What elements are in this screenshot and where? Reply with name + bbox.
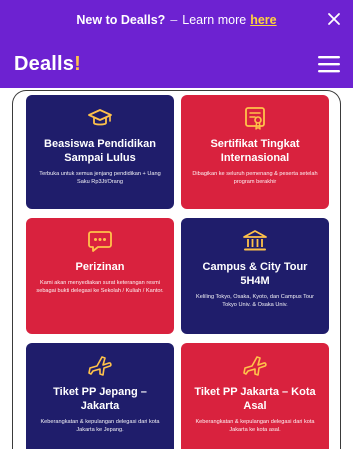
card-description: Keberangkatan & kepulangan delegasi dari… [195, 419, 315, 434]
brand-mark: ! [74, 52, 82, 75]
card-title: Campus & City Tour 5H4M [202, 261, 308, 287]
promo-separator: – [170, 13, 178, 27]
card-description: Kami akan menyediakan surat keterangan r… [36, 280, 164, 295]
promo-heading: New to Dealls? [76, 13, 166, 27]
hamburger-menu-icon[interactable] [317, 53, 341, 75]
benefit-card-certificate[interactable]: Sertifikat Tingkat Internasional Dibagik… [181, 95, 329, 209]
university-building-icon [243, 230, 267, 251]
card-description: Dibagikan ke seluruh pemenang & peserta … [192, 171, 318, 186]
promo-link[interactable]: here [250, 13, 276, 27]
benefit-card-campus-tour[interactable]: Campus & City Tour 5H4M Keliling Tokyo, … [181, 218, 329, 334]
benefits-panel: Beasiswa Pendidikan Sampai Lulus Terbuka… [12, 90, 341, 449]
card-title: Beasiswa Pendidikan Sampai Lulus [44, 138, 156, 164]
graduation-cap-icon [88, 109, 112, 126]
app-header: Dealls! [0, 40, 353, 88]
certificate-icon [245, 107, 265, 130]
card-title: Tiket PP Jepang – Jakarta [53, 386, 147, 412]
chat-bubble-icon [88, 231, 112, 252]
benefit-card-permission[interactable]: Perizinan Kami akan menyediakan surat ke… [26, 218, 174, 334]
promo-banner: New to Dealls? – Learn more here [0, 0, 353, 40]
benefit-card-flight-japan[interactable]: Tiket PP Jepang – Jakarta Keberangkatan … [26, 343, 174, 449]
promo-text: Learn more [182, 13, 247, 27]
card-title: Perizinan [75, 261, 125, 273]
card-description: Keberangkatan & kepulangan delegasi dari… [40, 419, 160, 434]
card-description: Keliling Tokyo, Osaka, Kyoto, dan Campus… [196, 294, 314, 309]
card-title: Tiket PP Jakarta – Kota Asal [194, 386, 316, 412]
card-title: Sertifikat Tingkat Internasional [210, 138, 300, 164]
benefit-card-scholarship[interactable]: Beasiswa Pendidikan Sampai Lulus Terbuka… [26, 95, 174, 209]
brand-name: Dealls [14, 52, 75, 75]
brand-logo[interactable]: Dealls! [14, 53, 81, 76]
card-description: Terbuka untuk semua jenjang pendidikan +… [39, 171, 161, 186]
benefit-card-flight-home[interactable]: Tiket PP Jakarta – Kota Asal Keberangkat… [181, 343, 329, 449]
airplane-icon [88, 356, 112, 376]
close-icon[interactable] [325, 10, 343, 28]
airplane-icon [243, 356, 267, 376]
